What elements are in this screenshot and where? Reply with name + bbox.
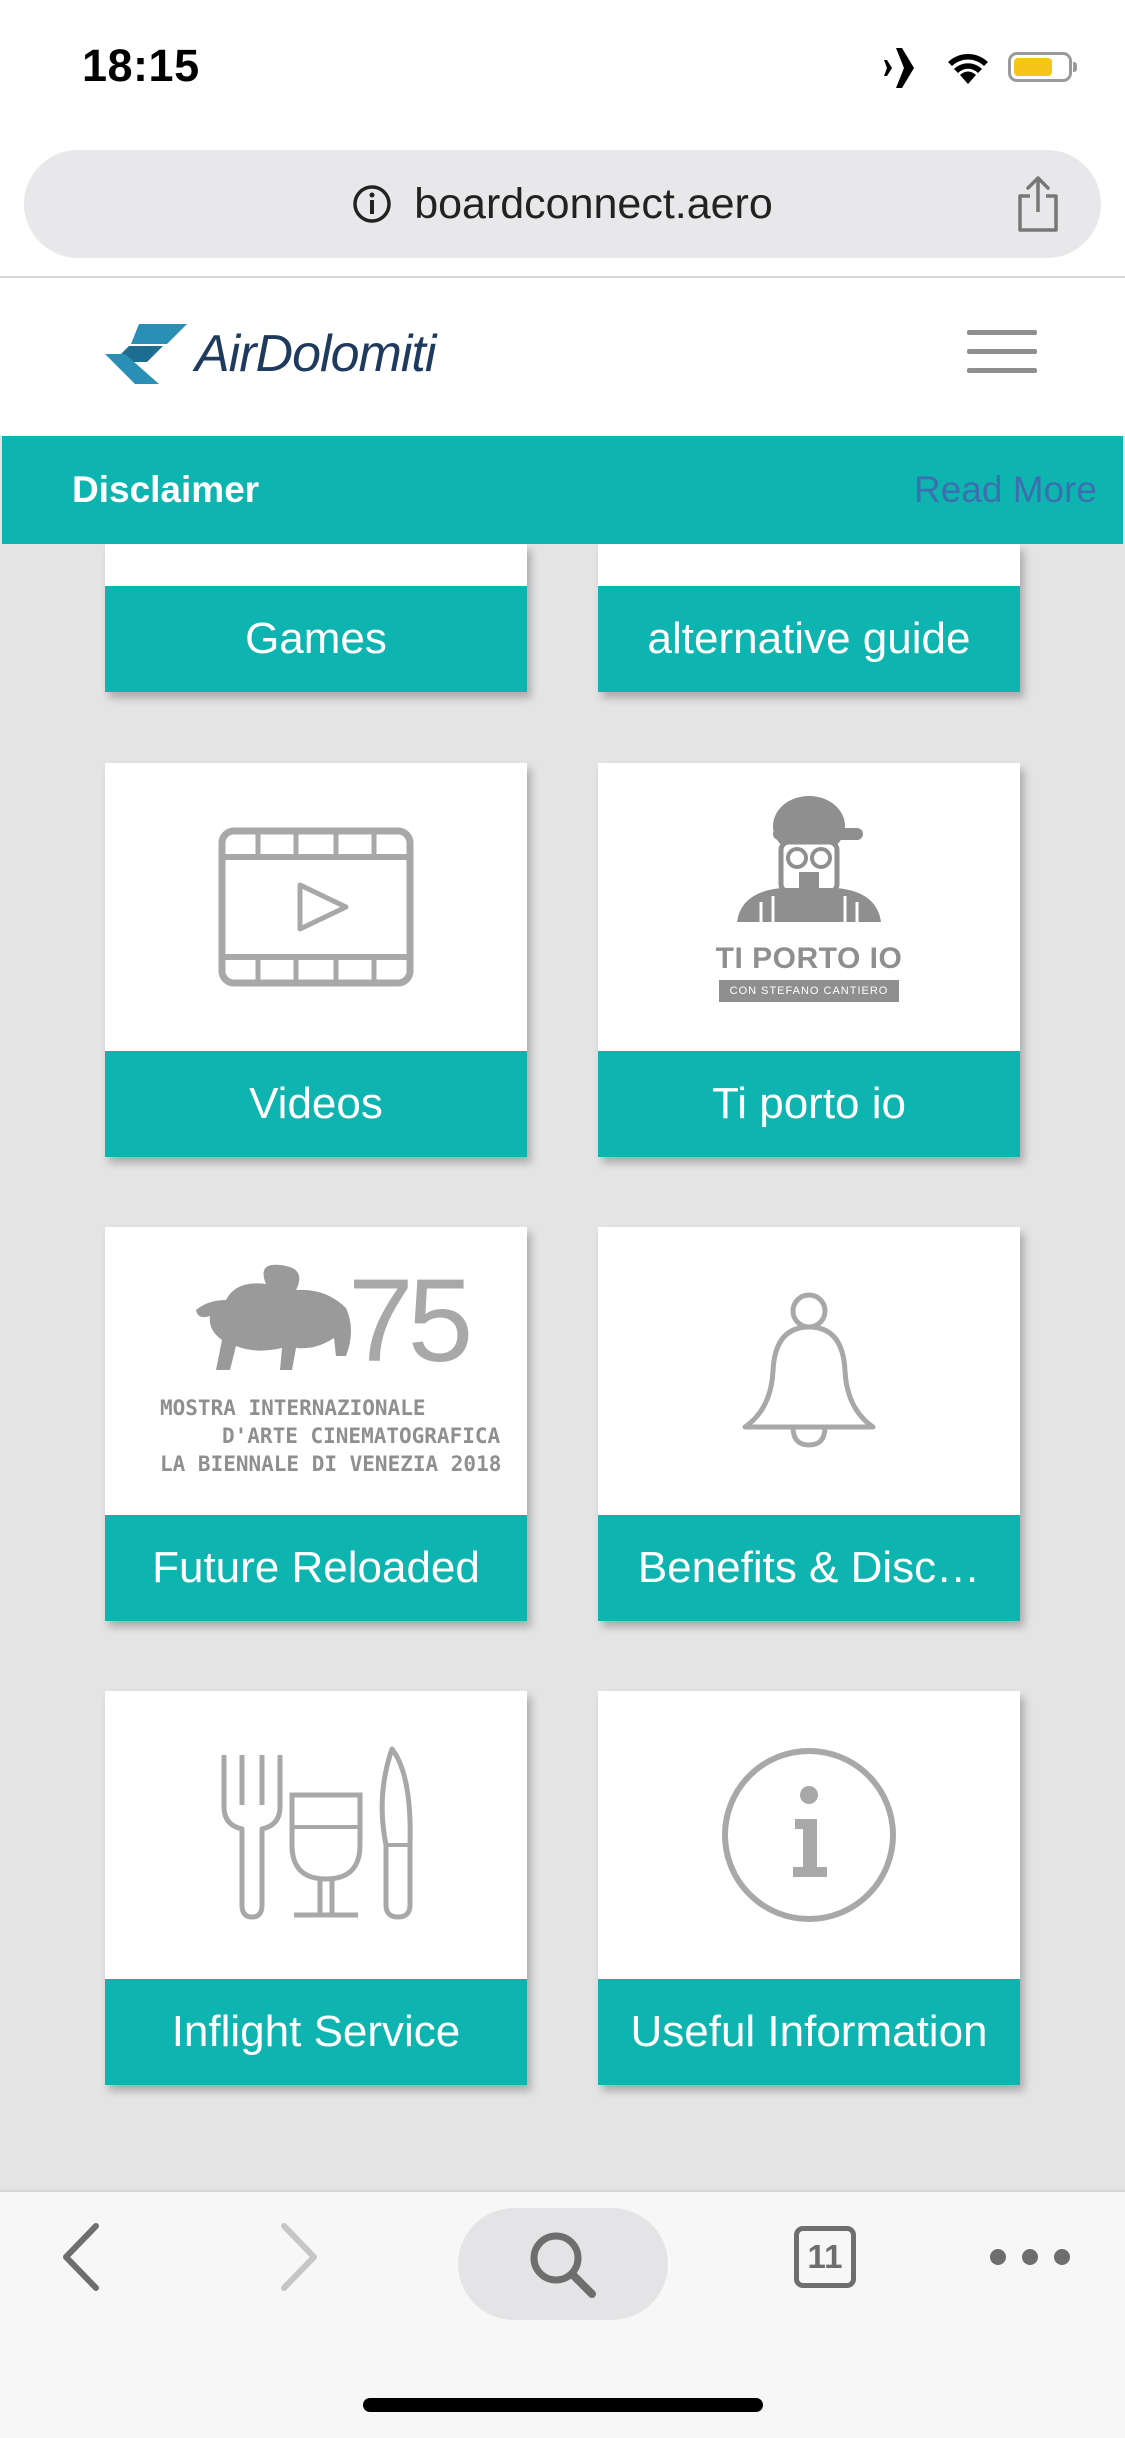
forward-button[interactable] (260, 2192, 340, 2322)
battery-icon (1008, 52, 1077, 82)
forward-icon (281, 2223, 317, 2291)
address-bar-area: boardconnect.aero (0, 140, 1125, 278)
site-header: AirDolomiti (0, 278, 1125, 436)
info-icon[interactable] (352, 184, 392, 224)
tile-videos[interactable]: Videos (105, 763, 527, 1157)
tabs-button[interactable]: 11 (780, 2192, 870, 2322)
airplane-icon (884, 48, 930, 88)
tile-ti-porto-io[interactable]: TI PORTO IO CON STEFANO CANTIERO Ti port… (598, 763, 1020, 1157)
tile-label: Ti porto io (598, 1051, 1020, 1157)
tile-alternative-guide[interactable]: alternative guide (598, 544, 1020, 692)
bell-icon (742, 1292, 876, 1448)
tile-benefits-discounts[interactable]: Benefits & Disc… (598, 1227, 1020, 1621)
logo-number: 75 (348, 1255, 473, 1387)
biennale-logo: 75 MOSTRA INTERNAZIONALE D'ARTE CINEMATO… (126, 1256, 506, 1486)
logo-line-3: LA BIENNALE DI VENEZIA 2018 (160, 1452, 502, 1476)
logo-line-2: D'ARTE CINEMATOGRAFICA (222, 1424, 501, 1448)
airdolomiti-logo[interactable]: AirDolomiti (105, 322, 436, 386)
tile-label: Videos (105, 1051, 527, 1157)
tile-label: Benefits & Disc… (598, 1515, 1020, 1621)
tile-label: Future Reloaded (105, 1515, 527, 1621)
tile-label: Useful Information (598, 1979, 1020, 2085)
back-button[interactable] (40, 2192, 120, 2322)
info-circle-icon (722, 1748, 896, 1922)
wifi-icon (948, 54, 988, 84)
tile-games[interactable]: Games (105, 544, 527, 692)
tile-future-reloaded[interactable]: 75 MOSTRA INTERNAZIONALE D'ARTE CINEMATO… (105, 1227, 527, 1621)
tile-label: Inflight Service (105, 1979, 527, 2085)
read-more-link[interactable]: Read More (914, 436, 1097, 544)
cutlery-icon (221, 1746, 413, 1920)
tabs-icon: 11 (794, 2226, 856, 2288)
logo-mark-icon (105, 324, 187, 384)
logo-line-1: MOSTRA INTERNAZIONALE (160, 1396, 426, 1420)
back-icon (63, 2223, 99, 2291)
status-time: 18:15 (82, 40, 200, 91)
tile-label: alternative guide (598, 586, 1020, 692)
logo-subtitle: CON STEFANO CANTIERO (719, 980, 899, 1002)
video-frame-icon (218, 827, 414, 987)
logo-title: TI PORTO IO (715, 942, 903, 975)
url-text[interactable]: boardconnect.aero (414, 150, 773, 258)
tile-inflight-service[interactable]: Inflight Service (105, 1691, 527, 2085)
disclaimer-bar: Disclaimer Read More (2, 436, 1123, 544)
tile-useful-information[interactable]: Useful Information (598, 1691, 1020, 2085)
disclaimer-title: Disclaimer (72, 469, 260, 510)
logo-text: AirDolomiti (195, 325, 436, 383)
status-bar: 18:15 (0, 0, 1125, 140)
home-indicator[interactable] (363, 2398, 763, 2412)
share-icon[interactable] (1014, 174, 1062, 234)
ti-porto-io-logo: TI PORTO IO CON STEFANO CANTIERO (711, 792, 907, 1022)
search-icon (530, 2232, 596, 2298)
search-button[interactable] (458, 2208, 668, 2320)
more-button[interactable] (980, 2192, 1080, 2322)
tile-label: Games (105, 586, 527, 692)
address-bar[interactable]: boardconnect.aero (24, 150, 1101, 258)
more-icon (990, 2249, 1070, 2265)
hamburger-icon[interactable] (967, 330, 1037, 374)
